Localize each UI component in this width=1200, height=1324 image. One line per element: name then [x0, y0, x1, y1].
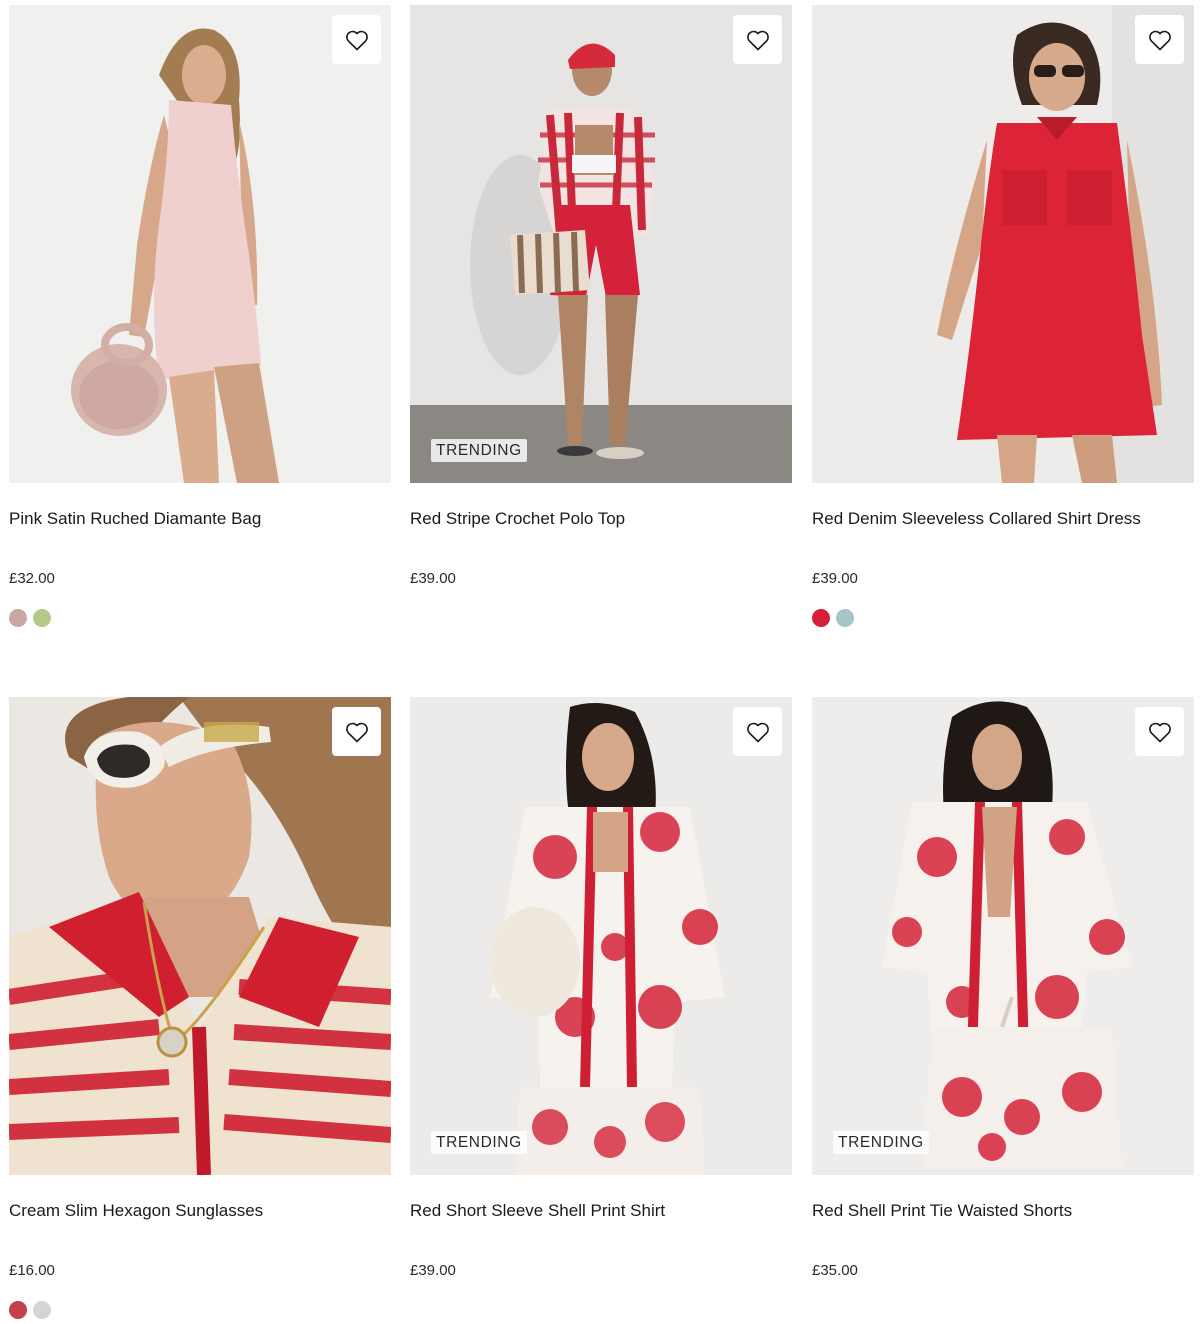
color-swatch[interactable]	[836, 609, 854, 627]
product-photo	[410, 697, 792, 1175]
product-price: £32.00	[9, 570, 55, 587]
wishlist-button[interactable]	[332, 15, 381, 64]
trending-badge: TRENDING	[431, 439, 527, 462]
color-swatch[interactable]	[9, 609, 27, 627]
color-swatches	[812, 609, 1194, 627]
heart-outline-icon	[345, 722, 368, 742]
heart-outline-icon	[1148, 30, 1171, 50]
product-card[interactable]: Cream Slim Hexagon Sunglasses £16.00	[9, 697, 391, 1319]
product-price: £16.00	[9, 1262, 55, 1279]
product-price: £39.00	[410, 1262, 456, 1279]
product-title[interactable]: Red Stripe Crochet Polo Top	[410, 509, 792, 529]
product-photo	[812, 5, 1194, 483]
product-image[interactable]	[812, 5, 1194, 483]
product-image[interactable]: TRENDING	[410, 697, 792, 1175]
product-title[interactable]: Pink Satin Ruched Diamante Bag	[9, 509, 391, 529]
color-swatches	[410, 1301, 792, 1319]
wishlist-button[interactable]	[332, 707, 381, 756]
heart-outline-icon	[345, 30, 368, 50]
color-swatches	[410, 609, 792, 627]
color-swatch[interactable]	[33, 609, 51, 627]
product-card[interactable]: TRENDING Red Shell Print Tie Waisted Sho…	[812, 697, 1194, 1319]
product-photo	[9, 5, 391, 483]
product-price: £35.00	[812, 1262, 858, 1279]
color-swatch[interactable]	[33, 1301, 51, 1319]
heart-outline-icon	[746, 722, 769, 742]
product-image[interactable]	[9, 5, 391, 483]
heart-outline-icon	[1148, 722, 1171, 742]
product-photo	[812, 697, 1194, 1175]
color-swatch[interactable]	[9, 1301, 27, 1319]
color-swatch[interactable]	[812, 609, 830, 627]
product-image[interactable]: TRENDING	[410, 5, 792, 483]
product-card[interactable]: Pink Satin Ruched Diamante Bag £32.00	[9, 5, 391, 627]
product-title[interactable]: Red Shell Print Tie Waisted Shorts	[812, 1201, 1194, 1221]
wishlist-button[interactable]	[1135, 707, 1184, 756]
product-price: £39.00	[410, 570, 456, 587]
color-swatches	[9, 609, 391, 627]
product-image[interactable]: TRENDING	[812, 697, 1194, 1175]
color-swatches	[812, 1301, 1194, 1319]
wishlist-button[interactable]	[733, 707, 782, 756]
heart-outline-icon	[746, 30, 769, 50]
wishlist-button[interactable]	[1135, 15, 1184, 64]
wishlist-button[interactable]	[733, 15, 782, 64]
trending-badge: TRENDING	[431, 1131, 527, 1154]
color-swatches	[9, 1301, 391, 1319]
product-title[interactable]: Red Short Sleeve Shell Print Shirt	[410, 1201, 792, 1221]
product-title[interactable]: Cream Slim Hexagon Sunglasses	[9, 1201, 391, 1221]
product-image[interactable]	[9, 697, 391, 1175]
product-photo	[9, 697, 391, 1175]
product-price: £39.00	[812, 570, 858, 587]
product-title[interactable]: Red Denim Sleeveless Collared Shirt Dres…	[812, 509, 1194, 529]
product-card[interactable]: TRENDING Red Stripe Crochet Polo Top £39…	[410, 5, 792, 627]
product-card[interactable]: TRENDING Red Short Sleeve Shell Print Sh…	[410, 697, 792, 1319]
product-photo	[410, 5, 792, 483]
product-grid: Pink Satin Ruched Diamante Bag £32.00 TR…	[0, 0, 1200, 1324]
product-card[interactable]: Red Denim Sleeveless Collared Shirt Dres…	[812, 5, 1194, 627]
trending-badge: TRENDING	[833, 1131, 929, 1154]
